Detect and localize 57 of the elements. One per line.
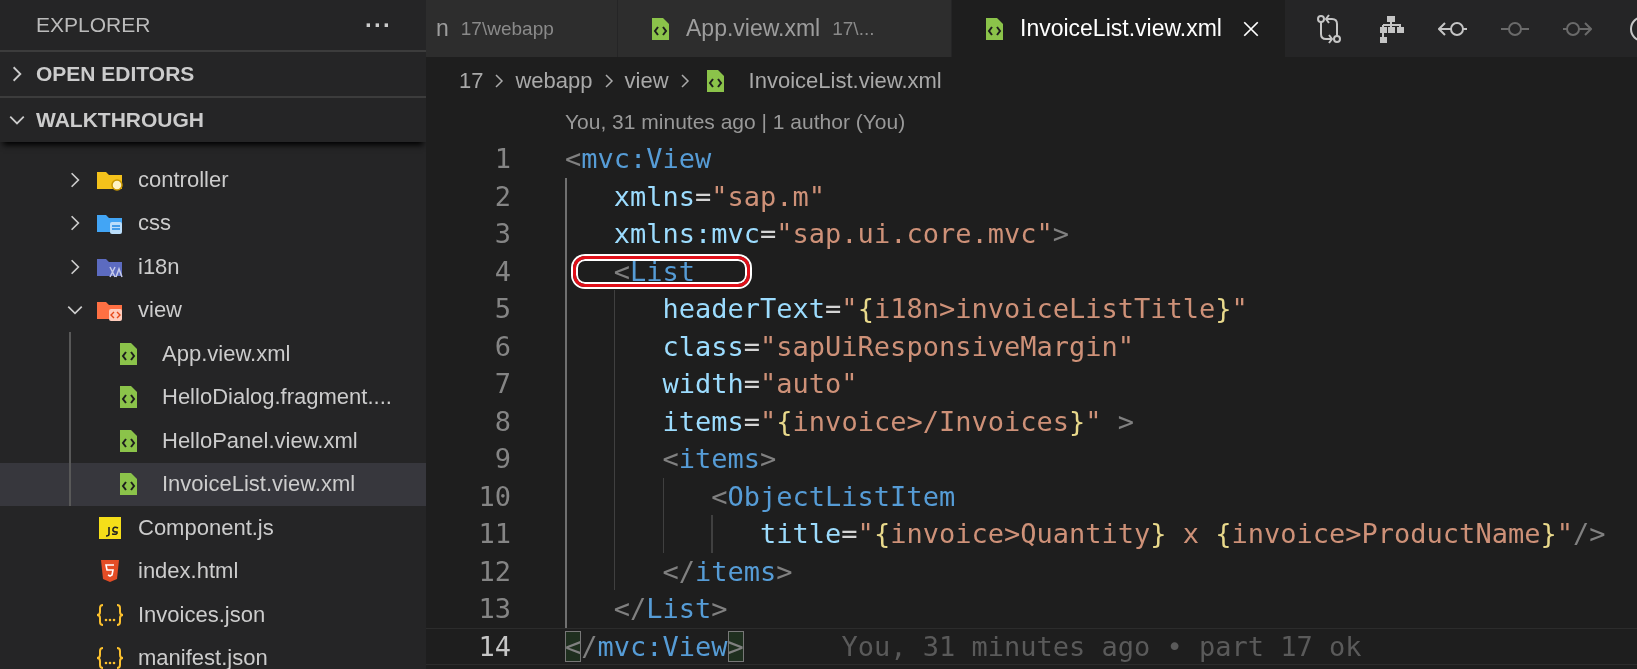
- code-line: headerText="{i18n>invoiceListTitle}": [662, 293, 1248, 325]
- line-number: 10: [477, 480, 511, 512]
- codelens-text[interactable]: You, 31 minutes ago | 1 author (You): [565, 110, 906, 134]
- section-header[interactable]: OPEN EDITORS: [0, 50, 426, 96]
- code-line: </items>: [662, 555, 793, 587]
- breadcrumb-item[interactable]: InvoiceList.view.xml: [748, 67, 942, 94]
- code-line: title="{invoice>Quantity} x {invoice>ProductName}"/>: [760, 518, 1606, 550]
- line-number: 3: [493, 218, 511, 250]
- code-line: </List>: [613, 593, 728, 625]
- code-line: width="auto": [662, 368, 858, 400]
- tree-item[interactable]: manifest.json: [0, 636, 426, 669]
- line-number: 9: [493, 443, 511, 475]
- explorer-title: EXPLORER: [36, 13, 151, 37]
- tree-item[interactable]: Invoices.json: [0, 593, 426, 637]
- line-number: 7: [493, 368, 511, 400]
- code-line: xmlns="sap.m": [613, 180, 826, 212]
- line-number: 2: [493, 180, 511, 212]
- breadcrumb-item[interactable]: view: [624, 67, 669, 94]
- line-number: 12: [477, 555, 511, 587]
- line-number: 14: [477, 630, 511, 662]
- compare-changes-icon[interactable]: [1314, 13, 1344, 44]
- code-line: <items>: [662, 443, 777, 475]
- line-number: 1: [493, 143, 511, 175]
- line-number: 5: [493, 293, 511, 325]
- tree-item[interactable]: view: [0, 288, 426, 332]
- tree-item[interactable]: controller: [0, 158, 426, 202]
- braces-icon: [96, 602, 124, 627]
- code-line: <ObjectListItem: [711, 480, 956, 512]
- code-line: <List: [613, 255, 696, 287]
- editor-tab[interactable]: InvoiceList.view.xml: [952, 0, 1286, 57]
- tree-item[interactable]: Component.js: [0, 506, 426, 550]
- line-number: 6: [493, 330, 511, 362]
- code-line: <mvc:View: [565, 143, 712, 175]
- tree-item[interactable]: css: [0, 201, 426, 245]
- code-line: items="{invoice>/Invoices}" >: [662, 405, 1134, 437]
- tree-item[interactable]: App.view.xml: [0, 332, 426, 376]
- line-number: 8: [493, 405, 511, 437]
- editor-tab[interactable]: App.view.xml 17\...: [618, 0, 952, 57]
- tree-item[interactable]: HelloDialog.fragment....: [0, 375, 426, 419]
- tree-item[interactable]: InvoiceList.view.xml: [0, 462, 426, 506]
- tree-item[interactable]: index.html: [0, 549, 426, 593]
- close-icon[interactable]: [1241, 19, 1260, 38]
- breadcrumb-item[interactable]: 17: [459, 67, 484, 94]
- section-header[interactable]: WALKTHROUGH: [0, 96, 426, 142]
- editor-tab[interactable]: n 17\webapp: [426, 0, 618, 57]
- code-line: xmlns:mvc="sap.ui.core.mvc">: [613, 218, 1069, 250]
- braces-icon: [96, 646, 124, 669]
- more-actions-button[interactable]: ···: [361, 11, 396, 39]
- breadcrumb-item[interactable]: webapp: [515, 67, 593, 94]
- code-line: class="sapUiResponsiveMargin": [662, 330, 1134, 362]
- blame-annotation: You, 31 minutes ago • part 17 ok: [841, 630, 1362, 662]
- line-number: 13: [477, 593, 511, 625]
- line-number: 4: [493, 255, 511, 287]
- tree-item[interactable]: HelloPanel.view.xml: [0, 419, 426, 463]
- line-number: 11: [477, 518, 511, 550]
- tree-item[interactable]: i18n: [0, 245, 426, 289]
- file-icon: [96, 515, 124, 540]
